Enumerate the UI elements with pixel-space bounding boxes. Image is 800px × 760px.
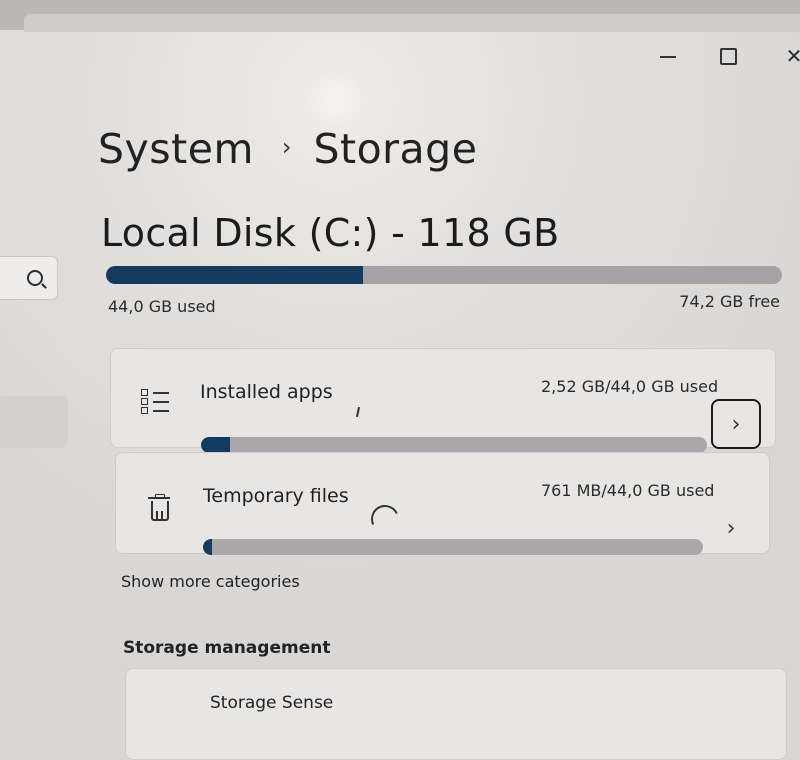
list-icon [141,389,171,414]
close-icon: ✕ [785,44,800,68]
screen-background: ✕ System › Storage Local Disk (C:) - 118… [0,0,800,760]
search-icon [27,270,43,286]
category-usage-bar [201,437,707,453]
disk-used-label: 44,0 GB used [108,297,216,316]
disk-usage-bar [106,266,782,284]
settings-window: ✕ System › Storage Local Disk (C:) - 118… [0,28,800,760]
category-usage-bar-fill [201,437,230,453]
storage-sense-label: Storage Sense [210,693,334,713]
breadcrumb-system[interactable]: System [98,125,254,173]
page-title: Storage [313,125,478,173]
sidebar-search-box[interactable] [0,256,58,300]
minimize-button[interactable] [648,44,688,68]
disk-free-label: 74,2 GB free [679,292,780,311]
category-temporary-files[interactable]: Temporary files 761 MB/44,0 GB used › [115,452,770,555]
background-window-edge [0,0,800,32]
minimize-icon [660,56,676,58]
category-label: Temporary files [203,485,349,507]
cursor-mark [355,406,361,418]
sidebar-item-system-selected[interactable] [0,396,68,448]
disk-title: Local Disk (C:) - 118 GB [101,211,560,255]
disk-usage-bar-fill [106,266,363,284]
category-amount: 2,52 GB/44,0 GB used [541,377,719,396]
category-amount: 761 MB/44,0 GB used [541,481,715,500]
breadcrumb-chevron-icon: › [281,133,292,161]
loading-spinner-icon [367,501,403,537]
category-usage-bar [203,539,703,555]
show-more-categories-link[interactable]: Show more categories [121,572,300,591]
storage-sense-item[interactable]: Storage Sense [125,668,787,760]
category-label: Installed apps [200,381,333,403]
storage-management-heading: Storage management [123,638,331,658]
close-button[interactable]: ✕ [774,44,800,68]
category-installed-apps[interactable]: Installed apps 2,52 GB/44,0 GB used › [110,348,776,453]
trash-icon [148,494,170,521]
maximize-button[interactable] [708,44,748,68]
category-usage-bar-fill [203,539,212,555]
chevron-right-icon[interactable]: › [711,399,761,449]
breadcrumb: System › Storage [98,125,477,173]
maximize-icon [719,47,737,65]
chevron-right-icon[interactable]: › [716,513,746,543]
